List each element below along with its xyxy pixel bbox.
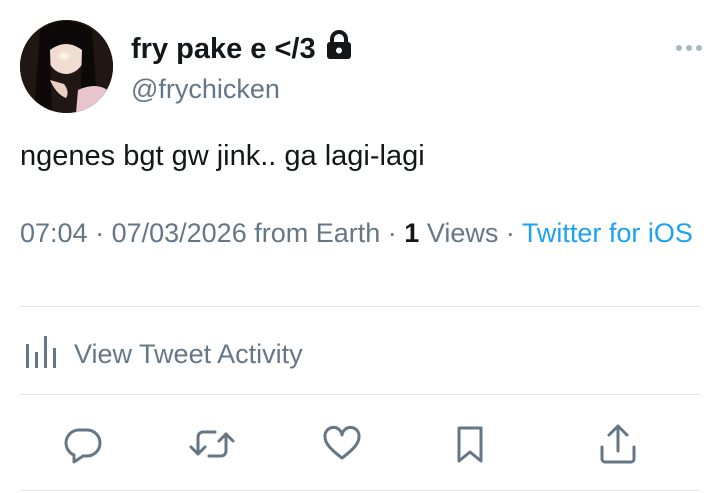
tweet-text: ngenes bgt gw jink.. ga lagi-lagi [20, 140, 425, 172]
display-name[interactable]: fry pake e </3 [131, 30, 352, 68]
like-button[interactable] [318, 420, 366, 468]
user-handle[interactable]: @frychicken [131, 74, 280, 105]
reply-icon [64, 428, 102, 464]
view-tweet-activity-label: View Tweet Activity [74, 339, 303, 369]
divider [20, 306, 700, 307]
avatar[interactable] [20, 20, 113, 113]
retweet-icon [189, 430, 235, 458]
heart-icon [323, 426, 361, 460]
tweet-meta: 07:04 · 07/03/2026 from Earth · 1 Views … [20, 218, 693, 248]
lock-icon [326, 30, 352, 68]
tweet-time: 07:04 [20, 218, 88, 248]
views-label: Views [426, 218, 499, 248]
tweet-location: from Earth [254, 218, 381, 248]
views-count: 1 [404, 218, 420, 248]
more-options-icon[interactable] [676, 45, 702, 51]
share-button[interactable] [594, 420, 642, 468]
view-tweet-activity-button[interactable]: View Tweet Activity [24, 334, 303, 375]
reply-button[interactable] [59, 420, 107, 468]
bookmark-icon [457, 426, 483, 463]
retweet-button[interactable] [188, 420, 236, 468]
bookmark-button[interactable] [446, 420, 494, 468]
avatar-image [20, 20, 113, 113]
divider [20, 490, 700, 491]
divider [20, 394, 700, 395]
tweet-date: 07/03/2026 [111, 218, 247, 248]
bar-chart-icon [24, 334, 60, 375]
tweet-actions-bar [0, 420, 720, 468]
tweet-source-link[interactable]: Twitter for iOS [522, 218, 693, 248]
share-icon [600, 424, 636, 464]
display-name-text: fry pake e </3 [131, 32, 316, 65]
